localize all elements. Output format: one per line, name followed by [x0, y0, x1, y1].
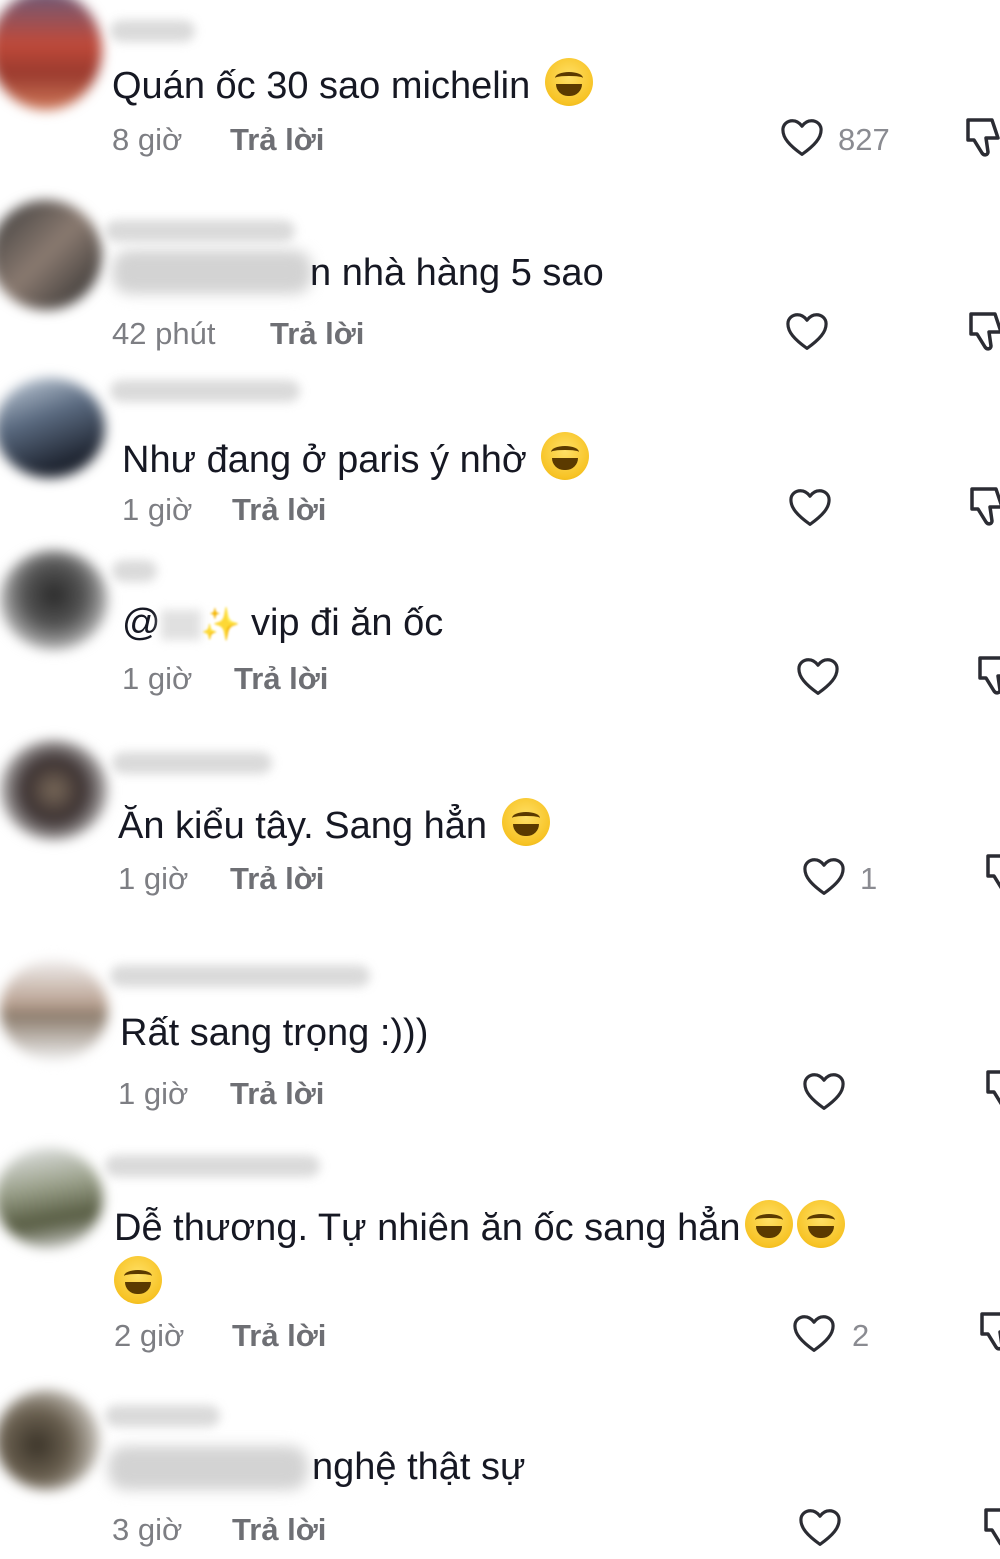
like-count: 827: [838, 122, 890, 157]
reply-button[interactable]: Trả lời: [270, 316, 364, 352]
emoji-laugh-icon: [744, 1200, 793, 1248]
heart-icon[interactable]: [788, 488, 832, 528]
like-count: 1: [860, 861, 878, 896]
thumbs-down-icon[interactable]: [980, 1506, 1000, 1550]
username-blurred[interactable]: [110, 380, 300, 402]
username-blurred[interactable]: [105, 220, 295, 242]
reply-button[interactable]: Trả lời: [234, 661, 328, 697]
reply-button[interactable]: Trả lời: [230, 1076, 324, 1112]
comment-time: 8 giờ: [112, 122, 183, 157]
username-blurred[interactable]: [105, 1155, 320, 1177]
avatar[interactable]: [0, 200, 102, 310]
comment-text: Rất sang trọng :))): [120, 1012, 429, 1054]
username-blurred[interactable]: [112, 752, 272, 774]
thumbs-down-icon[interactable]: [974, 654, 1000, 698]
reply-button[interactable]: Trả lời: [232, 1318, 326, 1354]
avatar[interactable]: [0, 740, 108, 840]
comment-text: Dễ thương. Tự nhiên ăn ốc sang hẳn: [114, 1200, 914, 1312]
thumbs-down-icon[interactable]: [976, 1310, 1000, 1354]
text-blurred: [108, 1446, 308, 1490]
username-blurred[interactable]: [112, 560, 157, 582]
comment-text: @ ✨ vip đi ăn ốc: [122, 602, 444, 644]
avatar[interactable]: [0, 960, 108, 1060]
heart-icon[interactable]: [802, 1072, 846, 1112]
thumbs-down-icon[interactable]: [982, 1068, 1000, 1112]
heart-icon[interactable]: [785, 312, 829, 352]
avatar[interactable]: [0, 0, 102, 110]
sparkle-icon: ✨: [200, 606, 241, 642]
emoji-laugh-icon: [501, 798, 550, 846]
avatar[interactable]: [0, 550, 108, 650]
avatar[interactable]: [0, 1148, 103, 1248]
comment-time: 1 giờ: [122, 492, 193, 527]
reply-button[interactable]: Trả lời: [230, 861, 324, 897]
heart-icon[interactable]: [796, 657, 840, 697]
avatar[interactable]: [0, 378, 105, 478]
emoji-laugh-icon: [544, 58, 593, 106]
like-count: 2: [852, 1318, 870, 1353]
thumbs-down-icon[interactable]: [962, 116, 1000, 160]
avatar[interactable]: [0, 1390, 100, 1490]
comment-time: 2 giờ: [114, 1318, 185, 1353]
heart-icon[interactable]: [792, 1314, 836, 1354]
heart-icon[interactable]: [802, 857, 846, 897]
username-blurred[interactable]: [110, 965, 370, 987]
comment-text: n nhà hàng 5 sao: [310, 252, 604, 294]
thumbs-down-icon[interactable]: [966, 485, 1000, 529]
comment-text: Như đang ở paris ý nhờ: [122, 432, 590, 483]
comment-time: 3 giờ: [112, 1512, 183, 1547]
comment-text: nghệ thật sự: [312, 1446, 526, 1488]
emoji-laugh-icon: [796, 1200, 845, 1248]
reply-button[interactable]: Trả lời: [232, 1512, 326, 1548]
emoji-laugh-icon: [114, 1256, 162, 1304]
reply-button[interactable]: Trả lời: [230, 122, 324, 158]
comment-time: 1 giờ: [118, 1076, 189, 1111]
thumbs-down-icon[interactable]: [965, 310, 1000, 354]
thumbs-down-icon[interactable]: [982, 852, 1000, 896]
comment-time: 1 giờ: [118, 861, 189, 896]
emoji-grin-icon: [541, 432, 590, 480]
comment-text: Quán ốc 30 sao michelin: [112, 58, 593, 109]
text-blurred: [112, 250, 312, 294]
comment-text: Ăn kiểu tây. Sang hẳn: [118, 798, 550, 849]
username-blurred[interactable]: [105, 1405, 220, 1427]
comment-time: 1 giờ: [122, 661, 193, 696]
comment-time: 42 phút: [112, 316, 216, 351]
heart-icon[interactable]: [780, 118, 824, 158]
username-blurred[interactable]: [110, 20, 195, 42]
heart-icon[interactable]: [798, 1508, 842, 1548]
reply-button[interactable]: Trả lời: [232, 492, 326, 528]
